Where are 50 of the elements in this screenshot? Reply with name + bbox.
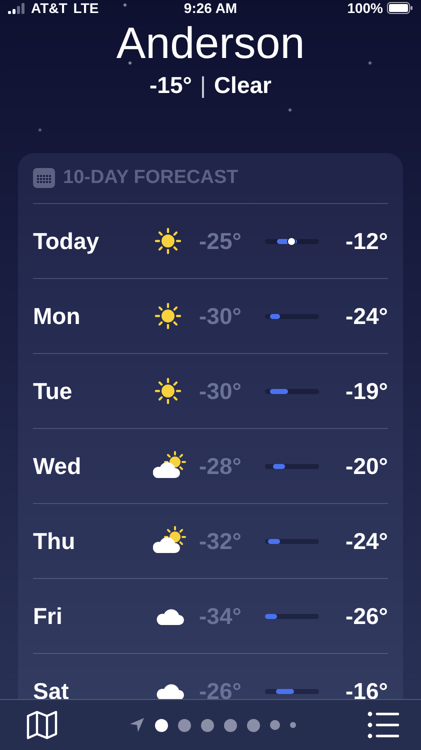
network-type: LTE (73, 0, 99, 16)
page-indicator-dot[interactable] (224, 718, 237, 732)
page-indicator-dot[interactable] (155, 718, 168, 732)
low-temperature: -32° (198, 528, 242, 554)
day-label: Tue (33, 378, 74, 404)
high-temperature: -24° (344, 528, 388, 554)
battery-icon (387, 2, 414, 14)
high-temperature: -26° (344, 602, 388, 630)
clock: 9:26 AM (184, 0, 238, 16)
day-label: Mon (33, 302, 82, 330)
high-temperature: -24° (344, 302, 388, 330)
low-temperature: -30° (198, 302, 242, 330)
separator: | (200, 71, 206, 100)
sun-behind-cloud-icon (153, 526, 187, 556)
signal-icon (8, 2, 25, 14)
low-temperature: -28° (198, 452, 242, 480)
cloud-icon (155, 682, 185, 699)
low-temperature: -25° (198, 228, 242, 254)
sun-icon (153, 376, 183, 406)
list-button[interactable] (367, 711, 399, 739)
carrier-name: AT&T (31, 0, 68, 16)
current-temperature: -15° (150, 71, 192, 100)
page-indicator-dot[interactable] (247, 718, 260, 732)
page-indicator-dot[interactable] (178, 718, 191, 732)
forecast-title: 10-DAY FORECAST (63, 167, 238, 189)
battery-percent: 100% (347, 0, 384, 16)
day-label: Sat (33, 678, 70, 699)
page-indicator-dot[interactable] (270, 720, 280, 730)
day-label: Thu (33, 528, 76, 554)
page-indicator-dot[interactable] (201, 718, 214, 732)
weather-condition: Clear (214, 71, 272, 100)
page-indicator-dot[interactable] (290, 722, 296, 728)
day-label: Wed (33, 452, 82, 480)
sun-icon (153, 226, 183, 256)
low-temperature: -26° (198, 678, 242, 699)
high-temperature: -12° (344, 228, 388, 254)
sun-icon (153, 301, 183, 331)
high-temperature: -16° (344, 678, 388, 699)
day-label: Today (33, 228, 100, 254)
sun-behind-cloud-icon (153, 451, 187, 481)
low-temperature: -34° (198, 602, 242, 630)
low-temperature: -30° (198, 378, 242, 404)
map-button[interactable] (26, 710, 58, 740)
city-name: Anderson (115, 18, 306, 70)
cloud-icon (155, 606, 185, 626)
high-temperature: -20° (344, 452, 388, 480)
location-arrow-icon[interactable] (129, 717, 145, 733)
day-label: Fri (33, 602, 64, 630)
high-temperature: -19° (344, 378, 388, 404)
calendar-icon (33, 168, 55, 188)
